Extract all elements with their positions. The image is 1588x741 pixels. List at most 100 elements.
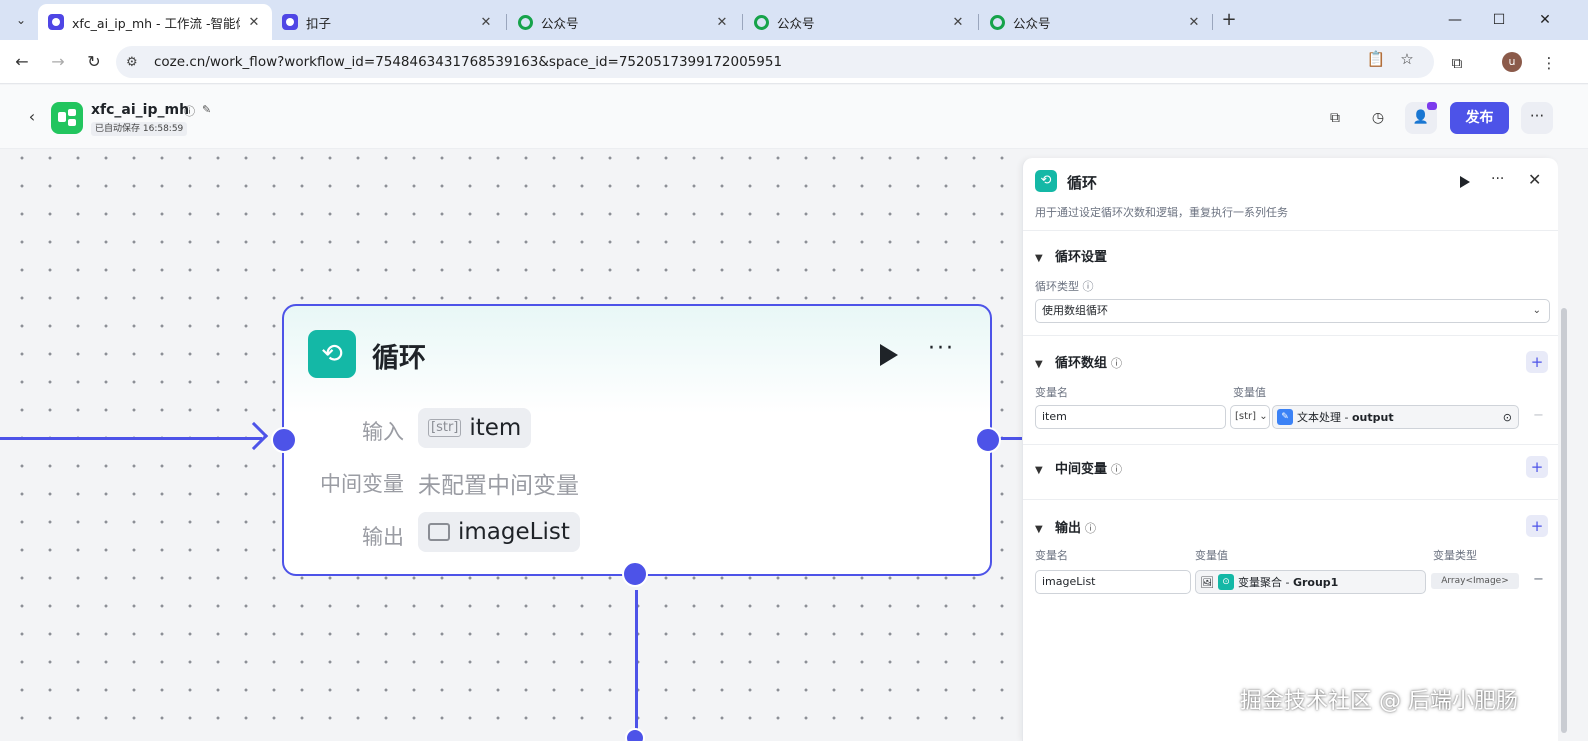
node-more-button[interactable]: ···: [928, 336, 955, 361]
forward-button[interactable]: →: [46, 50, 70, 74]
info-icon[interactable]: ⓘ: [1111, 463, 1122, 476]
input-port[interactable]: [271, 427, 297, 453]
section-output[interactable]: ▼ 输出 ⓘ: [1035, 517, 1096, 536]
play-icon[interactable]: [880, 344, 898, 366]
scrollbar-thumb[interactable]: [1561, 308, 1567, 733]
back-button[interactable]: ←: [10, 50, 34, 74]
maximize-icon: ☐: [1492, 12, 1506, 28]
copy-icon[interactable]: ⧉: [1320, 106, 1350, 130]
more-options-button[interactable]: ···: [1521, 102, 1553, 134]
remove-output-button[interactable]: −: [1533, 572, 1544, 587]
output-port[interactable]: [975, 427, 1001, 453]
back-chevron-icon[interactable]: ‹: [24, 107, 40, 127]
source-sep: -: [1281, 575, 1293, 589]
loop-array-name-input[interactable]: item: [1035, 405, 1226, 429]
tab-workflow[interactable]: xfc_ai_ip_mh - 工作流 -智能体 ✕: [38, 4, 272, 40]
tab-close-icon[interactable]: ✕: [714, 15, 730, 30]
remove-row-button[interactable]: −: [1533, 408, 1544, 423]
tab-close-icon[interactable]: ✕: [478, 15, 494, 30]
new-tab-button[interactable]: +: [1216, 8, 1242, 32]
col-name-label: 变量名: [1035, 549, 1068, 562]
workflow-canvas[interactable]: ⟲ 循环 ··· 输入 [str] item 中间变量 未配置中间变量 输出 i…: [0, 150, 1022, 741]
loop-type-value: 使用数组循环: [1042, 304, 1108, 317]
section-loop-array[interactable]: ▼ 循环数组 ⓘ: [1035, 352, 1122, 371]
browser-tab-strip: ⌄ xfc_ai_ip_mh - 工作流 -智能体 ✕ 扣子 ✕ 公众号 ✕ 公…: [0, 0, 1588, 40]
tab-close-icon[interactable]: ✕: [246, 15, 262, 30]
panel-more-button[interactable]: ···: [1491, 171, 1504, 187]
panel-close-button[interactable]: ✕: [1528, 170, 1541, 189]
coze-icon: [282, 14, 298, 30]
browser-menu-icon[interactable]: ⋮: [1538, 52, 1560, 74]
text-process-icon: ✎: [1277, 409, 1293, 425]
play-icon[interactable]: [1460, 176, 1470, 188]
loop-node[interactable]: ⟲ 循环 ··· 输入 [str] item 中间变量 未配置中间变量 输出 i…: [282, 304, 992, 576]
info-icon[interactable]: ⓘ: [184, 103, 195, 119]
wechat-icon: [754, 14, 769, 30]
reload-icon: ↻: [87, 52, 101, 71]
info-icon[interactable]: ⓘ: [1085, 522, 1096, 535]
string-type-icon: [str]: [1235, 411, 1257, 422]
source-field: output: [1351, 410, 1394, 424]
add-loop-array-button[interactable]: +: [1526, 351, 1548, 373]
loop-body-port[interactable]: [622, 561, 648, 587]
tab-gongzhonghao-2[interactable]: 公众号 ✕: [744, 4, 976, 40]
col-value-label: 变量值: [1195, 549, 1228, 562]
new-badge: [1427, 102, 1437, 110]
site-settings-icon[interactable]: ⚙: [126, 55, 146, 70]
autosave-badge: 已自动保存 16:58:59: [91, 122, 188, 136]
wechat-icon: [990, 14, 1005, 30]
col-name-label: 变量名: [1035, 386, 1068, 399]
info-icon[interactable]: ⓘ: [1111, 357, 1122, 370]
loop-type-select[interactable]: 使用数组循环 ⌄: [1035, 299, 1550, 323]
publish-button[interactable]: 发布: [1450, 102, 1509, 134]
address-bar[interactable]: ⚙ coze.cn/work_flow?workflow_id=75484634…: [116, 46, 1434, 78]
tab-kouzi[interactable]: 扣子 ✕: [272, 4, 504, 40]
tab-close-icon[interactable]: ✕: [950, 15, 966, 30]
tab-close-icon[interactable]: ✕: [1186, 15, 1202, 30]
input-label: 输入: [362, 420, 404, 444]
profile-avatar[interactable]: u: [1502, 52, 1522, 72]
clear-ref-icon[interactable]: ⊙: [1503, 411, 1512, 424]
clipboard-icon[interactable]: 📋: [1366, 49, 1386, 69]
history-icon[interactable]: ◷: [1363, 106, 1393, 130]
output-label: 输出: [362, 525, 404, 549]
users-icon: 👤: [1412, 110, 1430, 125]
tab-gongzhonghao-1[interactable]: 公众号 ✕: [508, 4, 740, 40]
output-value-ref[interactable]: 🖼 ⊙ 变量聚合 - Group1: [1195, 570, 1426, 594]
loop-icon: ⟲: [1035, 170, 1057, 192]
loop-type-label-text: 循环类型: [1035, 280, 1079, 293]
outgoing-edge: [1000, 437, 1022, 440]
collaborators-button[interactable]: 👤: [1405, 102, 1437, 134]
output-name-input[interactable]: imageList: [1035, 570, 1191, 594]
bookmark-star-icon[interactable]: ☆: [1397, 49, 1417, 69]
next-node-port[interactable]: [625, 728, 645, 741]
window-close-button[interactable]: ✕: [1530, 8, 1560, 32]
maximize-button[interactable]: ☐: [1484, 8, 1514, 32]
chevron-down-icon: ▼: [1035, 253, 1043, 264]
tab-gongzhonghao-3[interactable]: 公众号 ✕: [980, 4, 1212, 40]
add-intermediate-button[interactable]: +: [1526, 456, 1548, 478]
divider: [1023, 230, 1559, 231]
chevron-down-icon: ▼: [1035, 359, 1043, 370]
type-select[interactable]: [str] ⌄: [1230, 405, 1270, 429]
workflow-logo-icon: [51, 102, 83, 134]
reload-button[interactable]: ↻: [82, 50, 106, 74]
section-intermediate[interactable]: ▼ 中间变量 ⓘ: [1035, 458, 1122, 477]
loop-body-edge: [635, 590, 638, 741]
info-icon[interactable]: ⓘ: [1083, 280, 1094, 293]
col-value-label: 变量值: [1233, 386, 1266, 399]
panel-scrollbar[interactable]: [1558, 158, 1588, 741]
section-title: 中间变量: [1055, 462, 1108, 477]
edit-icon[interactable]: ✎: [202, 103, 211, 116]
arrow-right-icon: →: [51, 52, 65, 71]
section-loop-settings[interactable]: ▼ 循环设置: [1035, 246, 1107, 265]
add-output-button[interactable]: +: [1526, 515, 1548, 537]
url-text: coze.cn/work_flow?workflow_id=7548463431…: [154, 54, 783, 70]
divider: [1023, 499, 1559, 500]
chevron-down-icon: ⌄: [15, 13, 27, 27]
extensions-icon[interactable]: ⧉: [1446, 52, 1468, 74]
minimize-button[interactable]: —: [1440, 8, 1470, 32]
intermediate-label: 中间变量: [320, 472, 404, 496]
loop-array-value-ref[interactable]: ✎ 文本处理 - output ⊙: [1272, 405, 1519, 429]
tab-search-button[interactable]: ⌄: [8, 8, 34, 32]
